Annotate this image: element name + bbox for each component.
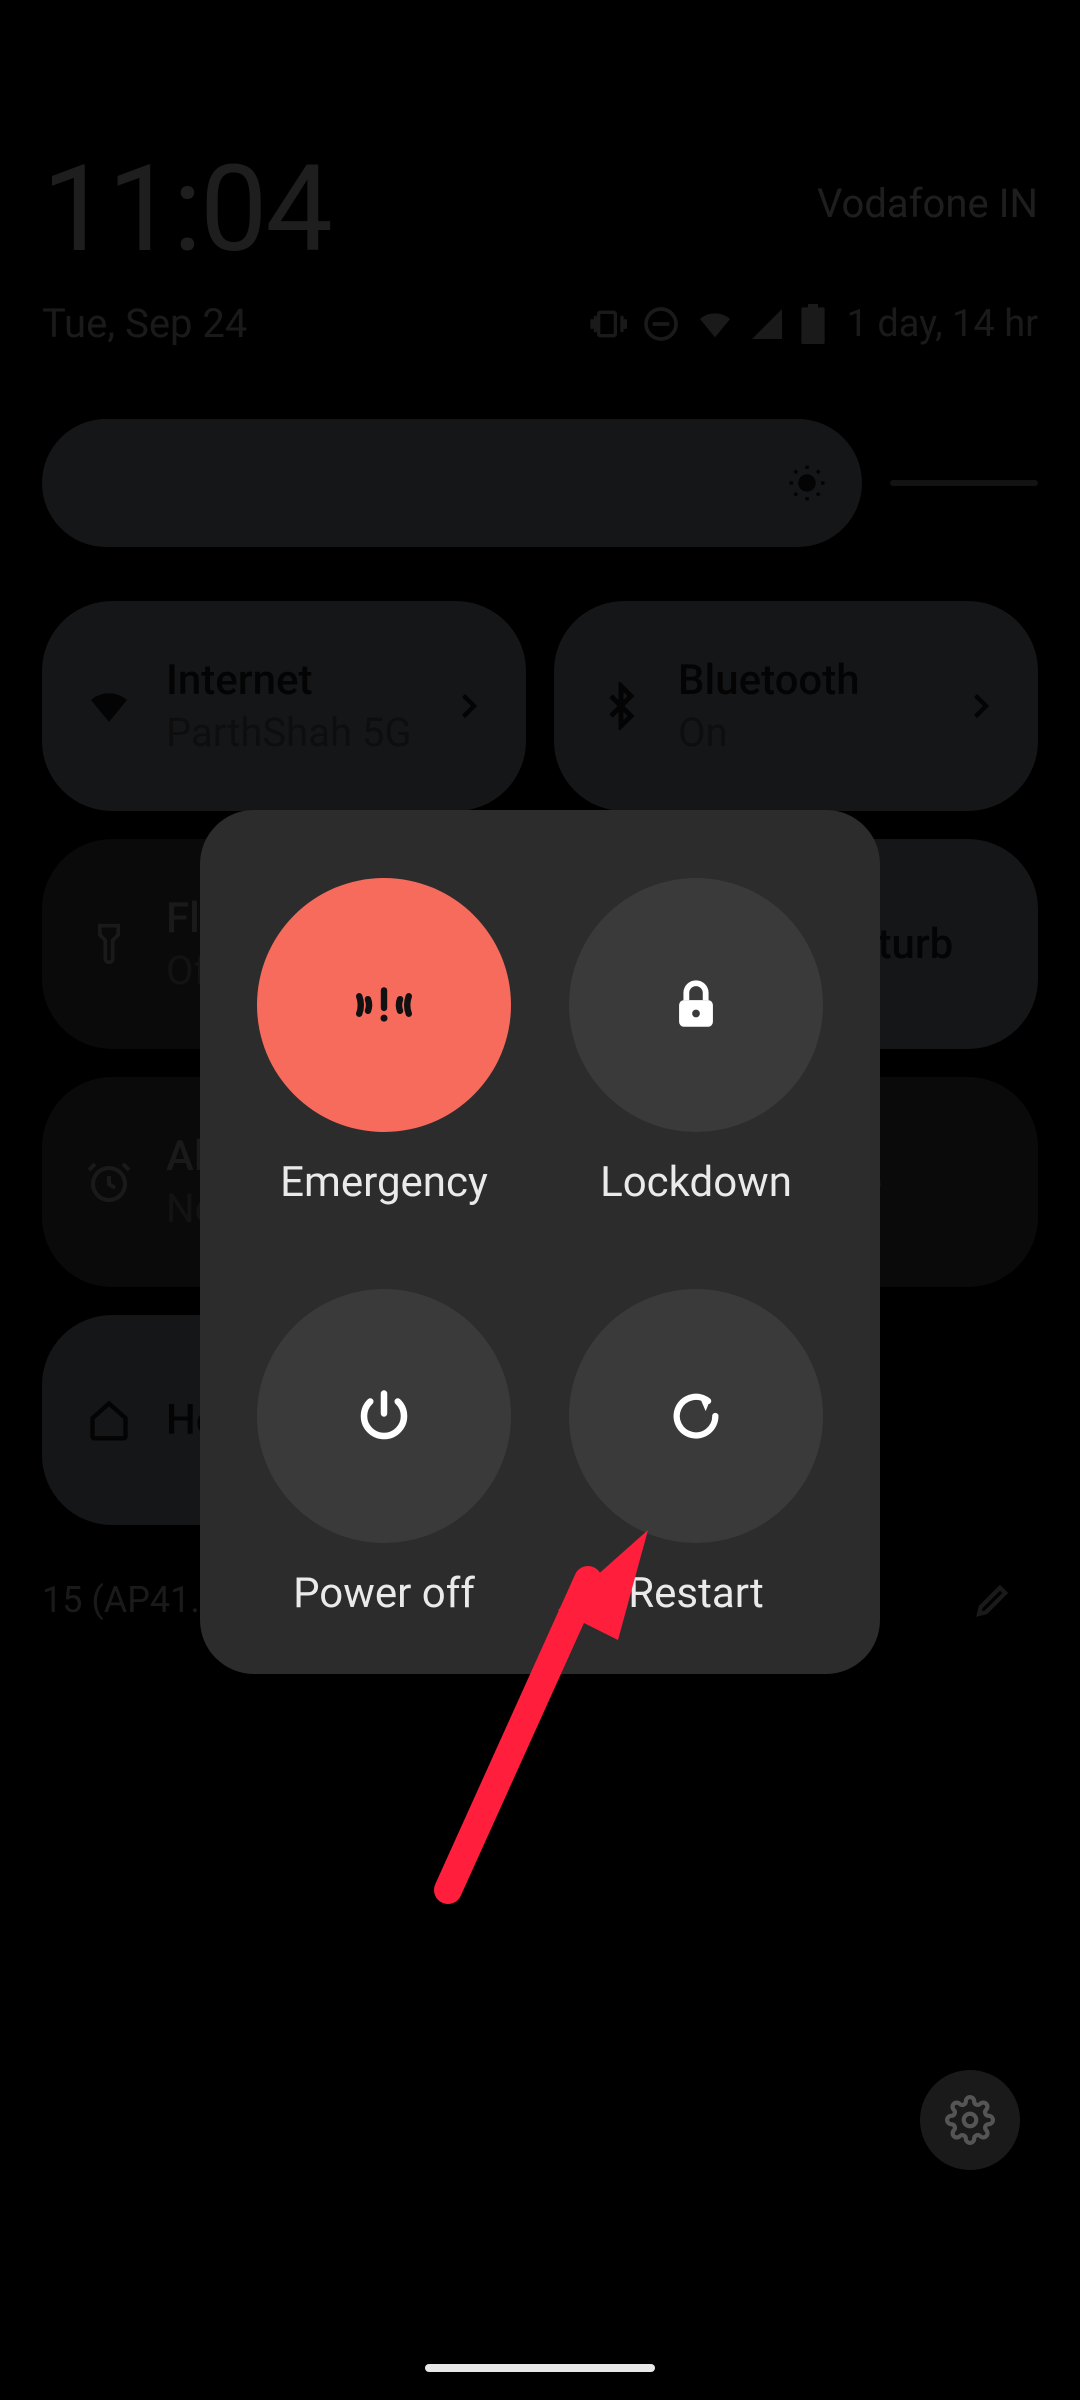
lock-icon (667, 976, 725, 1034)
lockdown-button[interactable] (569, 878, 823, 1132)
settings-button[interactable] (920, 2070, 1020, 2170)
power-menu-restart[interactable]: Restart (562, 1289, 830, 1618)
navigation-pill[interactable] (425, 2364, 655, 2372)
power-menu-lockdown[interactable]: Lockdown (562, 878, 830, 1207)
restart-button[interactable] (569, 1289, 823, 1543)
power-menu-label: Restart (628, 1569, 763, 1618)
restart-icon (667, 1387, 725, 1445)
emergency-button[interactable] (257, 878, 511, 1132)
gear-icon (945, 2095, 995, 2145)
power-off-button[interactable] (257, 1289, 511, 1543)
power-icon (354, 1386, 414, 1446)
power-menu-label: Power off (293, 1569, 475, 1618)
emergency-icon (349, 970, 419, 1040)
power-menu-dialog: Emergency Lockdown (200, 810, 880, 1674)
power-menu-label: Lockdown (600, 1158, 792, 1207)
power-menu-power-off[interactable]: Power off (250, 1289, 518, 1618)
power-menu-label: Emergency (280, 1158, 488, 1207)
power-menu-emergency[interactable]: Emergency (250, 878, 518, 1207)
